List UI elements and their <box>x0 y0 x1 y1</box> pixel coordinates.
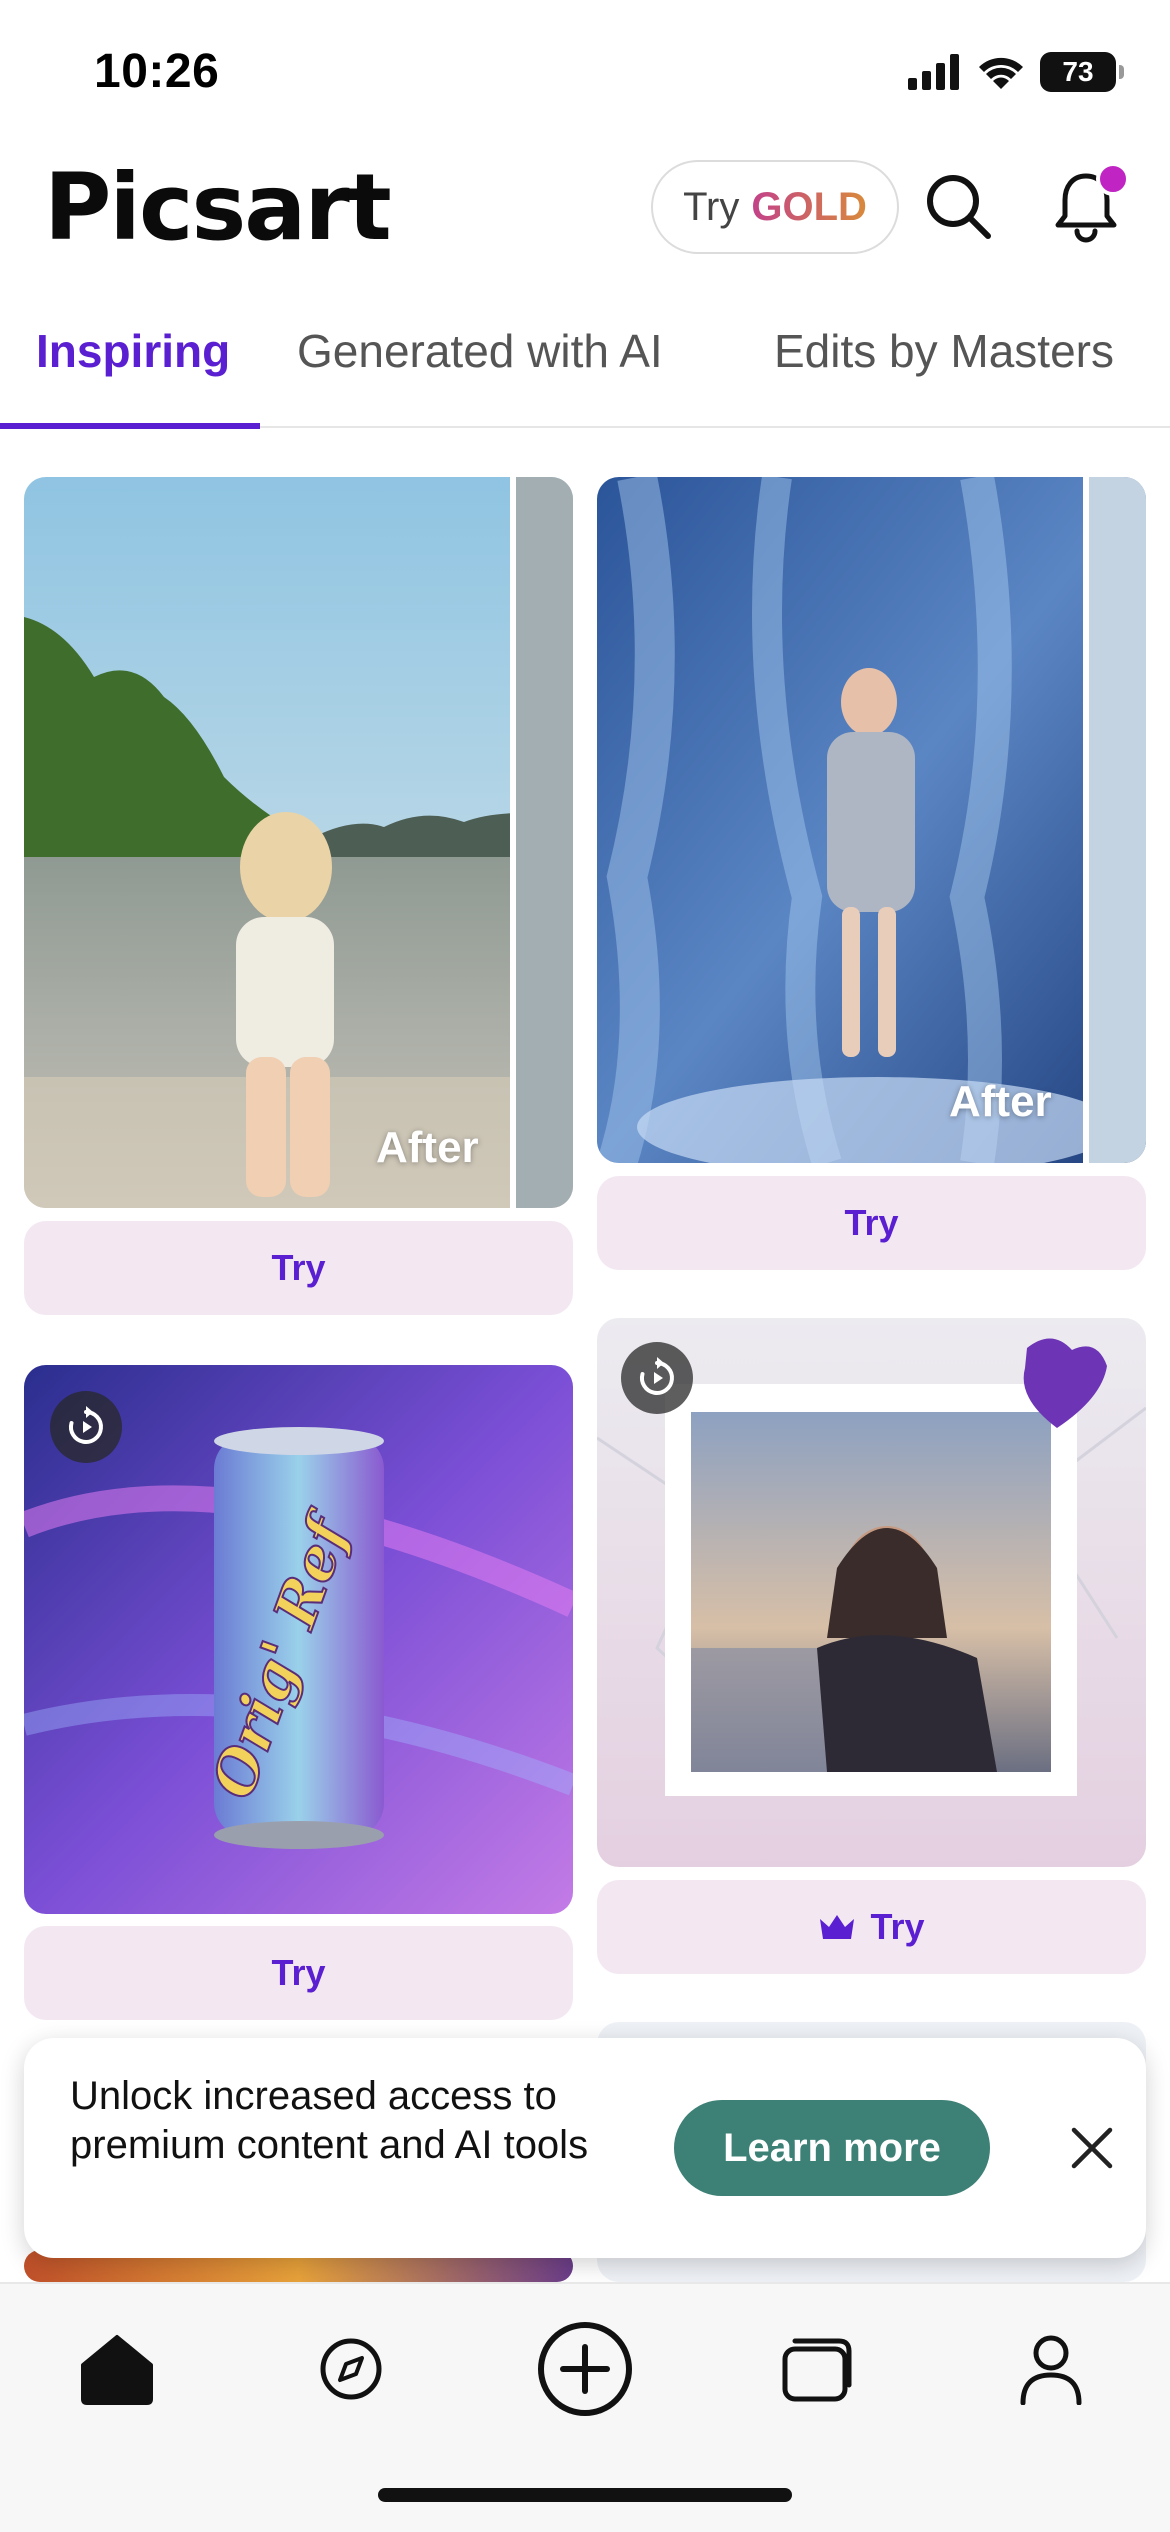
home-icon <box>81 2335 153 2405</box>
battery-icon: 73 <box>1040 52 1124 92</box>
active-tab-indicator <box>0 423 260 429</box>
plus-circle-icon <box>538 2322 632 2416</box>
tab-edits-by-masters[interactable]: Edits by Masters <box>774 324 1114 378</box>
premium-banner: Unlock increased access to premium conte… <box>24 2038 1146 2258</box>
card-image-ice[interactable]: After <box>597 477 1146 1163</box>
feed-tabs: Inspiring Generated with AI Edits by Mas… <box>0 300 1170 429</box>
battery-level: 73 <box>1062 56 1094 87</box>
replay-icon[interactable] <box>621 1342 693 1414</box>
try-gold-label-try: Try <box>683 184 740 229</box>
nav-discover[interactable] <box>306 2324 396 2414</box>
try-button[interactable]: Try <box>24 1926 573 2020</box>
ice-photo <box>597 477 1146 1163</box>
tab-inspiring[interactable]: Inspiring <box>36 324 230 378</box>
signal-icon <box>908 54 959 90</box>
folders-icon <box>782 2338 852 2402</box>
replay-icon[interactable] <box>50 1391 122 1463</box>
try-label: Try <box>870 1906 925 1947</box>
search-icon[interactable] <box>920 168 996 244</box>
crown-icon <box>820 1915 855 1939</box>
try-button[interactable]: Try <box>24 1221 573 1315</box>
nav-profile[interactable] <box>1006 2324 1096 2414</box>
status-icons: 73 <box>908 52 1124 92</box>
try-premium-button[interactable]: Try <box>597 1880 1146 1974</box>
notification-dot <box>1096 162 1130 196</box>
try-button[interactable]: Try <box>597 1176 1146 1270</box>
status-time: 10:26 <box>94 45 220 98</box>
status-bar: 10:26 73 <box>0 0 1170 150</box>
beach-photo <box>24 477 573 1208</box>
home-indicator <box>378 2488 792 2502</box>
banner-message: Unlock increased access to premium conte… <box>70 2074 589 2167</box>
after-label: After <box>376 1123 479 1172</box>
app-logo: Picsart <box>44 154 392 261</box>
learn-more-button[interactable]: Learn more <box>674 2100 990 2196</box>
compass-icon <box>320 2338 382 2400</box>
tab-generated-with-ai[interactable]: Generated with AI <box>297 324 663 378</box>
card-image-polaroid[interactable] <box>597 1318 1146 1867</box>
nav-my-files[interactable] <box>772 2324 862 2414</box>
card-image-can[interactable]: Orig' Ref <box>24 1365 573 1914</box>
after-label: After <box>949 1077 1052 1126</box>
profile-icon <box>1020 2335 1082 2405</box>
close-icon[interactable] <box>1062 2118 1122 2178</box>
try-gold-label-gold: GOLD <box>751 184 867 229</box>
header: Picsart Try GOLD <box>0 150 1170 270</box>
try-gold-button[interactable]: Try GOLD <box>651 160 899 254</box>
wifi-icon <box>979 57 1023 89</box>
nav-create[interactable] <box>530 2314 640 2424</box>
nav-home[interactable] <box>72 2324 162 2414</box>
card-image-beach[interactable]: After <box>24 477 573 1208</box>
